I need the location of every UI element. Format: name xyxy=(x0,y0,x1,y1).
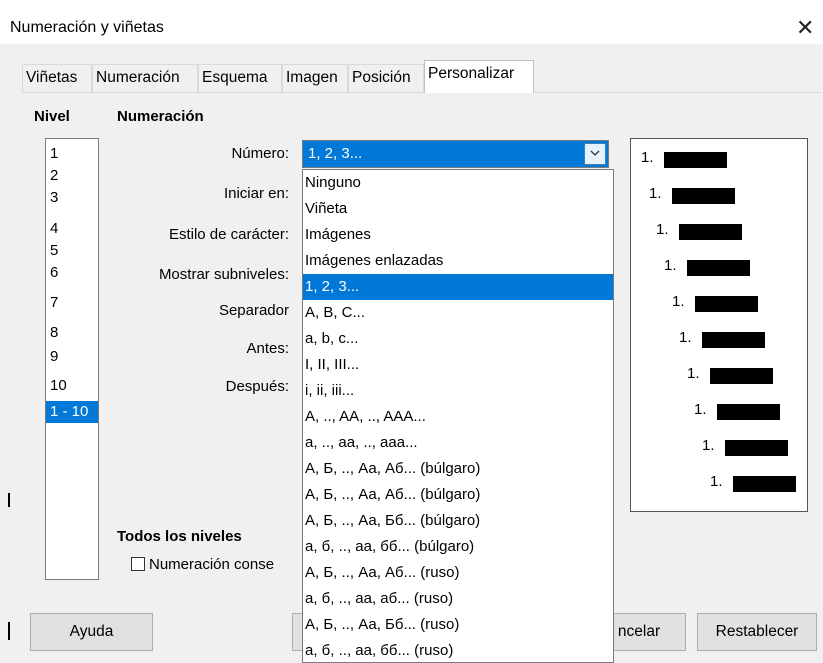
level-item[interactable]: 6 xyxy=(46,262,98,284)
dropdown-option[interactable]: A, .., AA, .., AAA... xyxy=(303,404,613,430)
dropdown-option[interactable]: А, Б, .., Аа, Бб... (ruso) xyxy=(303,612,613,638)
level-item[interactable]: 8 xyxy=(46,322,98,344)
despues-label: Después: xyxy=(225,378,289,395)
level-item[interactable]: 7 xyxy=(46,292,98,314)
dropdown-option[interactable]: A, B, C... xyxy=(303,300,613,326)
dropdown-option[interactable]: Imágenes enlazadas xyxy=(303,248,613,274)
title-bar: Numeración y viñetas ✕ xyxy=(0,0,823,44)
tab-esquema[interactable]: Esquema xyxy=(198,64,282,92)
chevron-down-icon[interactable] xyxy=(584,143,606,165)
dropdown-option[interactable]: А, Б, .., Аа, Бб... (búlgaro) xyxy=(303,508,613,534)
todos-niveles-header: Todos los niveles xyxy=(117,528,242,545)
level-item[interactable]: 5 xyxy=(46,240,98,262)
dropdown-option[interactable]: а, б, .., аа, бб... (ruso) xyxy=(303,638,613,662)
tab-numeracion[interactable]: Numeración xyxy=(92,64,198,92)
dropdown-option[interactable]: А, Б, .., Аа, Аб... (búlgaro) xyxy=(303,482,613,508)
window-edge-mark xyxy=(8,622,10,640)
level-item[interactable]: 2 xyxy=(46,165,98,187)
dropdown-option[interactable]: А, Б, .., Аа, Аб... (ruso) xyxy=(303,560,613,586)
dropdown-option-selected[interactable]: 1, 2, 3... xyxy=(303,274,613,300)
nivel-header: Nivel xyxy=(34,108,70,125)
level-item[interactable]: 10 xyxy=(46,375,98,397)
level-item[interactable]: 4 xyxy=(46,218,98,240)
checkbox-box[interactable] xyxy=(131,557,145,571)
level-list[interactable]: 1 2 3 4 5 6 7 8 9 10 1 - 10 xyxy=(45,138,99,580)
separador-label: Separador xyxy=(218,302,289,319)
dropdown-option[interactable]: Viñeta xyxy=(303,196,613,222)
tab-vinetas[interactable]: Viñetas xyxy=(22,64,92,92)
dropdown-option[interactable]: i, ii, iii... xyxy=(303,378,613,404)
level-item[interactable]: 3 xyxy=(46,187,98,209)
dropdown-option[interactable]: I, II, III... xyxy=(303,352,613,378)
numero-select-value: 1, 2, 3... xyxy=(308,145,363,162)
level-item[interactable]: 1 xyxy=(46,143,98,165)
close-icon[interactable]: ✕ xyxy=(796,17,814,39)
dropdown-option[interactable]: Ninguno xyxy=(303,170,613,196)
reset-button[interactable]: Restablecer xyxy=(697,613,817,651)
antes-label: Antes: xyxy=(246,340,289,357)
dropdown-option[interactable]: а, б, .., аа, бб... (búlgaro) xyxy=(303,534,613,560)
estilo-caracter-label: Estilo de carácter: xyxy=(168,226,289,243)
level-item[interactable]: 9 xyxy=(46,346,98,368)
numero-label: Número: xyxy=(231,145,289,162)
iniciar-label: Iniciar en: xyxy=(223,185,289,202)
tab-personalizar[interactable]: Personalizar xyxy=(424,60,534,93)
dropdown-option[interactable]: Imágenes xyxy=(303,222,613,248)
level-item-selected[interactable]: 1 - 10 xyxy=(46,401,98,423)
mostrar-subniveles-label: Mostrar subniveles: xyxy=(158,266,289,283)
dropdown-option[interactable]: А, Б, .., Аа, Аб... (búlgaro) xyxy=(303,456,613,482)
dropdown-option[interactable]: a, b, c... xyxy=(303,326,613,352)
numero-select[interactable]: 1, 2, 3... xyxy=(302,140,609,168)
dropdown-option[interactable]: a, .., aa, .., aaa... xyxy=(303,430,613,456)
tab-posicion[interactable]: Posición xyxy=(348,64,424,92)
tab-imagen[interactable]: Imagen xyxy=(282,64,348,92)
dropdown-option[interactable]: а, б, .., аа, аб... (ruso) xyxy=(303,586,613,612)
window-title: Numeración y viñetas xyxy=(10,19,164,36)
numeracion-header: Numeración xyxy=(117,108,204,125)
numeracion-consecutiva-checkbox[interactable]: Numeración conse xyxy=(131,556,274,573)
window-edge-mark xyxy=(8,493,10,507)
checkbox-label: Numeración conse xyxy=(149,556,275,573)
numero-dropdown-list[interactable]: Ninguno Viñeta Imágenes Imágenes enlazad… xyxy=(302,169,614,663)
numbering-preview: 1. 1. 1. 1. 1. 1. 1. 1. 1. 1. xyxy=(630,138,808,512)
help-button[interactable]: Ayuda xyxy=(30,613,153,651)
